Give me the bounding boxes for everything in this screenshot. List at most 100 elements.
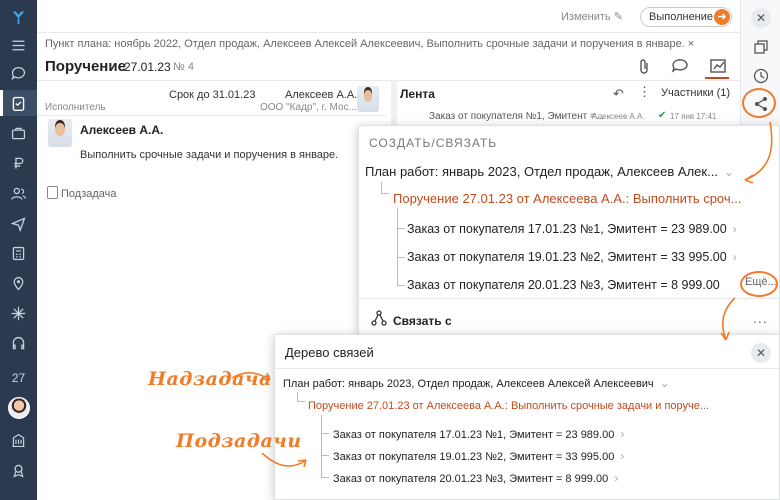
user-avatar[interactable] [0,395,37,421]
create-link-popup: СОЗДАТЬ/СВЯЗАТЬ План работ: январь 2023,… [358,125,780,335]
execution-button[interactable]: Выполнение ➜ [640,7,732,27]
chat-icon[interactable] [0,60,37,86]
link-tree-popup: Дерево связей ✕ План работ: январь 2023,… [274,334,780,500]
list-item[interactable]: Заказ от покупателя 20.01.23 №3, Эмитент… [333,471,618,485]
page-title: Поручение [45,58,126,75]
deadline[interactable]: Срок до 31.01.23 [169,89,255,101]
tree-root[interactable]: План работ: январь 2023, Отдел продаж, А… [283,376,670,390]
paperclip-icon[interactable] [637,58,651,77]
list-item[interactable]: Заказ от покупателя 20.01.23 №3, Эмитент… [407,278,720,292]
tree-child-label: Поручение 27.01.23 от Алексеева А.А.: Вы… [308,400,710,412]
tree-root-label: План работ: январь 2023, Отдел продаж, А… [283,378,654,390]
contacts-icon[interactable] [0,180,37,206]
close-icon[interactable]: ✕ [751,343,771,363]
feed-item-author: Алексеев А.А. [592,112,645,121]
active-tab-indicator [705,77,729,79]
tree-child-label: Поручение 27.01.23 от Алексеева А.А.: Вы… [393,191,742,206]
tree-root[interactable]: План работ: январь 2023, Отдел продаж, А… [365,164,734,179]
annotation-subtasks: Подзадачи [176,430,302,452]
tree-root-label: План работ: январь 2023, Отдел продаж, А… [365,164,718,179]
divider [359,298,779,299]
check-icon: ✔ [658,110,667,121]
history-icon[interactable] [751,66,771,86]
comment-icon[interactable] [671,58,689,77]
popup-title: Дерево связей [285,345,374,360]
menu-icon[interactable] [0,32,37,58]
feed-item[interactable]: Заказ от покупателя №1, Эмитент =... [429,111,604,122]
author-org: ООО "Кадр", г. Мос... [260,102,357,113]
chevron-right-icon: › [614,471,619,485]
link-nodes-icon [371,310,387,329]
execution-label: Выполнение [649,11,714,23]
award-icon[interactable] [0,457,37,483]
chevron-right-icon: › [620,427,625,441]
calendar-date[interactable]: 27 [0,365,37,391]
divider [37,115,387,116]
tree-connector [321,455,329,456]
list-item-label: Заказ от покупателя 19.01.23 №2, Эмитент… [333,451,615,463]
list-item[interactable]: Заказ от покупателя 17.01.23 №1, Эмитент… [407,222,737,236]
change-button[interactable]: Изменить ✎ [561,10,623,23]
title-number: № 4 [173,61,194,73]
list-item-label: Заказ от покупателя 20.01.23 №3, Эмитент… [333,473,609,485]
pencil-icon: ✎ [613,11,623,23]
change-label: Изменить [561,11,611,23]
popup-header: СОЗДАТЬ/СВЯЗАТЬ [369,136,498,150]
list-item-label: Заказ от покупателя 17.01.23 №1, Эмитент… [407,222,727,236]
more-vertical-icon[interactable]: ⋮ [638,84,651,100]
list-item[interactable]: Заказ от покупателя 19.01.23 №2, Эмитент… [333,449,624,463]
task-board-icon[interactable] [709,57,727,78]
tree-connector [397,208,398,286]
chevron-down-icon: ⌄ [723,165,734,179]
avatar [7,397,30,419]
chevron-right-icon: › [620,449,625,463]
divider [275,368,779,369]
undo-icon[interactable]: ↶ [613,86,624,102]
list-item-label: Заказ от покупателя 19.01.23 №2, Эмитент… [407,250,727,264]
divider [37,80,740,81]
send-icon[interactable] [0,210,37,236]
chevron-right-icon: › [732,222,737,236]
calendar-date-label: 27 [11,371,26,385]
title-date: 27.01.23 [124,60,171,74]
calculator-icon[interactable] [0,240,37,266]
headset-icon[interactable] [0,330,37,356]
list-item[interactable]: Заказ от покупателя 19.01.23 №2, Эмитент… [407,250,737,264]
left-nav: 27 [0,0,37,500]
task-text[interactable]: Выполнить срочные задачи и поручения в я… [80,149,338,161]
feed-title: Лента [400,87,435,101]
sparkle-icon[interactable] [0,300,37,326]
more-options-button[interactable]: ... [753,310,768,326]
map-pin-icon[interactable] [0,270,37,296]
tree-child[interactable]: Поручение 27.01.23 от Алексеева А.А.: Вы… [308,400,709,412]
divider [37,32,740,33]
highlight-circle [740,271,778,297]
tasks-icon[interactable] [0,90,37,116]
tree-child[interactable]: Поручение 27.01.23 от Алексеева А.А.: Вы… [393,191,742,206]
annotation-supertask: Надзадача [148,368,272,390]
copy-icon[interactable] [751,37,771,57]
subtask-button[interactable]: Подзадача [61,188,117,200]
tree-connector [297,392,305,402]
executor-label: Исполнитель [45,102,106,113]
avatar[interactable] [48,119,72,147]
highlight-circle [742,88,776,118]
avatar[interactable] [357,86,379,112]
close-icon[interactable]: ✕ [751,8,771,28]
executor-name[interactable]: Алексеев А.А. [80,123,163,137]
money-icon[interactable] [0,150,37,176]
participants-button[interactable]: Участники (1) [661,87,730,99]
list-item-label: Заказ от покупателя 20.01.23 №3, Эмитент… [407,278,720,292]
tree-connector [321,415,322,477]
link-with-label[interactable]: Связать с [393,314,452,328]
chevron-right-icon: › [732,250,737,264]
feed-item-time: 17 янв 17:41 [670,112,717,121]
logo-icon[interactable] [0,4,37,30]
briefcase-icon[interactable] [0,120,37,146]
plan-breadcrumb[interactable]: Пункт плана: ноябрь 2022, Отдел продаж, … [45,38,694,50]
tree-connector [397,228,405,229]
tree-connector [397,257,405,258]
building-icon[interactable] [0,427,37,453]
list-item[interactable]: Заказ от покупателя 17.01.23 №1, Эмитент… [333,427,624,441]
author-name[interactable]: Алексеев А.А. [285,89,357,101]
